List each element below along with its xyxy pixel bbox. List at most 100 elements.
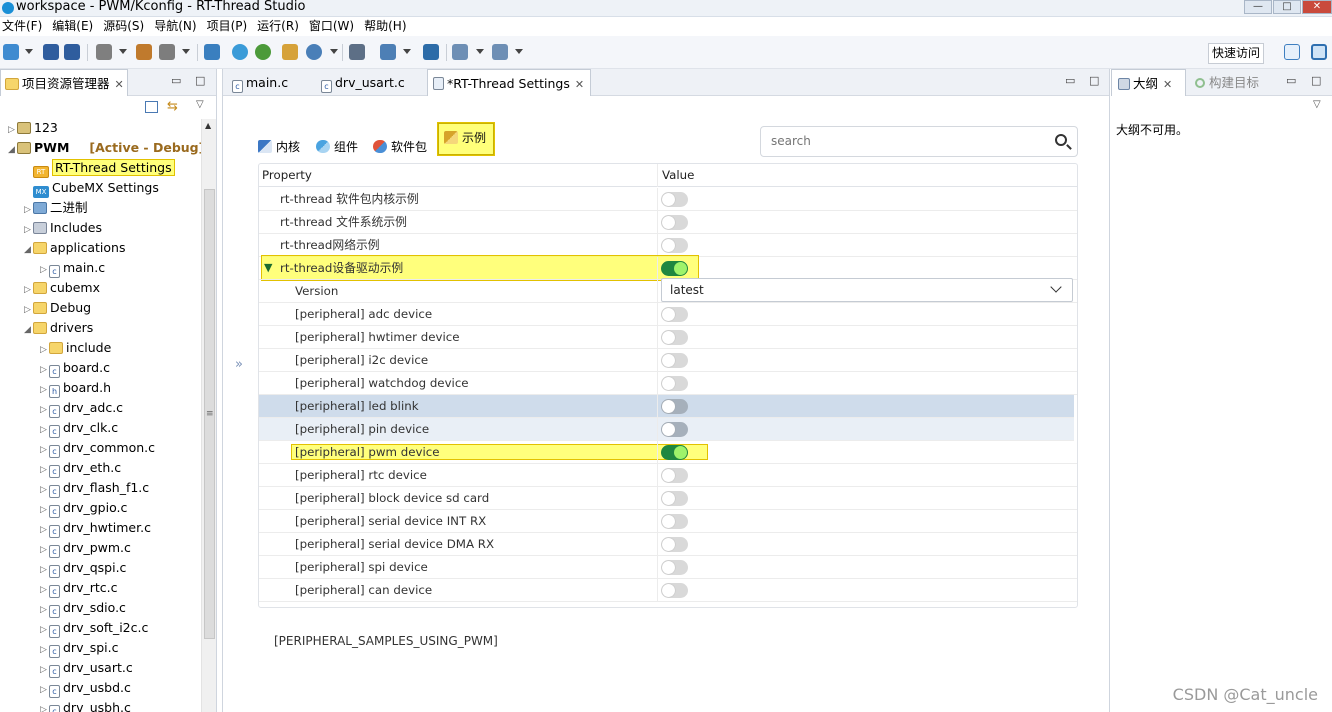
toggle-switch[interactable] (661, 491, 688, 506)
tree-item[interactable]: ▷ c drv_spi.c (38, 638, 119, 658)
setting-row[interactable]: [peripheral] spi device (259, 556, 1077, 579)
tree-item[interactable]: ▷ c drv_eth.c (38, 458, 121, 478)
setting-row[interactable]: rt-thread 文件系统示例 (259, 211, 1077, 234)
new-dropdown-icon[interactable] (25, 49, 33, 54)
menu-item-5[interactable]: 运行(R) (255, 17, 303, 36)
tree-item[interactable]: ▷ Includes (22, 218, 102, 238)
tab-build-targets[interactable]: 构建目标 (1191, 69, 1259, 96)
expand-icon[interactable]: ▷ (22, 280, 33, 300)
close-icon[interactable]: ✕ (115, 78, 124, 91)
expand-icon[interactable]: ▷ (38, 420, 49, 440)
tree-item[interactable]: ▷ c drv_soft_i2c.c (38, 618, 148, 638)
close-icon[interactable]: ✕ (575, 78, 584, 91)
expand-icon[interactable]: ▷ (22, 300, 33, 320)
tools-dropdown-icon[interactable] (182, 49, 190, 54)
expand-icon[interactable]: ▷ (38, 260, 49, 280)
expand-icon[interactable]: ▷ (38, 400, 49, 420)
download-icon[interactable] (282, 44, 298, 60)
link-editor-icon[interactable]: ⇆ (167, 99, 178, 114)
tree-item[interactable]: ▷ c drv_hwtimer.c (38, 518, 151, 538)
tab-project-explorer[interactable]: 项目资源管理器 ✕ (0, 69, 128, 96)
tree-item[interactable]: ▷ Debug (22, 298, 91, 318)
tree-item[interactable]: ▷ h board.h (38, 378, 111, 398)
flash-dropdown-icon[interactable] (403, 49, 411, 54)
toggle-switch[interactable] (661, 514, 688, 529)
quick-access-input[interactable]: 快速访问 (1208, 43, 1264, 64)
tree-item[interactable]: ▷ c drv_qspi.c (38, 558, 126, 578)
view-menu-icon[interactable]: ▽ (196, 99, 204, 110)
debug-icon[interactable] (255, 44, 271, 60)
setting-row[interactable]: rt-thread 软件包内核示例 (259, 188, 1077, 211)
collapse-icon[interactable]: ◢ (22, 240, 33, 260)
maximize-editor-icon[interactable]: □ (1089, 74, 1099, 87)
toggle-switch[interactable] (661, 422, 688, 437)
toggle-switch[interactable] (661, 376, 688, 391)
tree-item[interactable]: ▷ 123 (6, 118, 58, 138)
setting-row[interactable]: [peripheral] serial device DMA RX (259, 533, 1077, 556)
setting-row[interactable]: [peripheral] block device sd card (259, 487, 1077, 510)
expand-icon[interactable]: ▷ (38, 440, 49, 460)
expand-icon[interactable]: ▷ (22, 200, 33, 220)
menu-item-0[interactable]: 文件(F) (0, 17, 46, 36)
expand-icon[interactable]: ▷ (38, 340, 49, 360)
expand-icon[interactable]: ▷ (38, 480, 49, 500)
expand-icon[interactable]: ▷ (38, 540, 49, 560)
setting-row[interactable]: [peripheral] pin device (259, 418, 1074, 441)
close-icon[interactable]: ✕ (1302, 0, 1332, 14)
maximize-panel-icon[interactable]: □ (195, 74, 205, 87)
settings-tab-0[interactable]: 内核 (258, 134, 300, 160)
toggle-switch[interactable] (661, 353, 688, 368)
tree-item[interactable]: RT RT-Thread Settings (22, 158, 175, 178)
tab-outline[interactable]: 大纲 ✕ (1111, 69, 1186, 96)
expand-icon[interactable]: ▷ (38, 700, 49, 712)
expand-icon[interactable]: ▷ (38, 500, 49, 520)
tree-item[interactable]: ▷ c drv_usbh.c (38, 698, 131, 712)
view-menu-icon[interactable]: ▽ (1313, 99, 1321, 110)
expand-icon[interactable]: ▷ (6, 120, 17, 140)
search-icon[interactable] (306, 44, 322, 60)
settings-gear-icon[interactable] (232, 44, 248, 60)
sdk-manager-icon[interactable] (349, 44, 365, 60)
back-dropdown-icon[interactable] (476, 49, 484, 54)
chevron-down-icon[interactable] (1050, 281, 1062, 293)
flash-icon[interactable] (380, 44, 396, 60)
minimize-outline-icon[interactable]: ▭ (1286, 74, 1296, 87)
settings-tab-3[interactable]: 示例 (437, 122, 496, 156)
version-select[interactable]: latest (661, 278, 1073, 302)
expand-icon[interactable]: ▷ (38, 560, 49, 580)
search-box[interactable] (760, 126, 1078, 157)
tree-item[interactable]: ▷ c main.c (38, 258, 105, 278)
tree-item[interactable]: ▷ c drv_gpio.c (38, 498, 127, 518)
toggle-switch[interactable] (661, 399, 688, 414)
perspective-grid-icon[interactable] (1284, 44, 1300, 60)
maximize-icon[interactable]: □ (1273, 0, 1301, 14)
tools-icon[interactable] (159, 44, 175, 60)
minimize-panel-icon[interactable]: ▭ (171, 74, 181, 87)
setting-row[interactable]: ▼ rt-thread设备驱动示例 (259, 257, 1077, 280)
editor-tab[interactable]: *RT-Thread Settings ✕ (427, 69, 591, 96)
explorer-scrollbar[interactable]: ▲ ≡ (201, 119, 216, 712)
search-input[interactable] (771, 134, 1031, 148)
tree-item[interactable]: ▷ c drv_usart.c (38, 658, 133, 678)
menu-item-1[interactable]: 编辑(E) (50, 17, 97, 36)
setting-row[interactable]: [peripheral] led blink (259, 395, 1074, 418)
toggle-switch[interactable] (661, 192, 688, 207)
maximize-outline-icon[interactable]: □ (1311, 74, 1321, 87)
expand-icon[interactable]: ▷ (38, 360, 49, 380)
setting-row[interactable]: [peripheral] i2c device (259, 349, 1077, 372)
tree-item[interactable]: ▷ c drv_pwm.c (38, 538, 131, 558)
tree-item[interactable]: ▷ c drv_usbd.c (38, 678, 131, 698)
minimize-editor-icon[interactable]: ▭ (1065, 74, 1075, 87)
expand-icon[interactable]: ▷ (22, 220, 33, 240)
expand-icon[interactable]: ▷ (38, 580, 49, 600)
setting-row[interactable]: [peripheral] serial device INT RX (259, 510, 1077, 533)
setting-row[interactable]: [peripheral] rtc device (259, 464, 1077, 487)
toggle-switch[interactable] (661, 215, 688, 230)
tree-item[interactable]: MX CubeMX Settings (22, 178, 159, 198)
setting-row[interactable]: [peripheral] hwtimer device (259, 326, 1077, 349)
search-icon[interactable] (1055, 134, 1067, 146)
toggle-switch[interactable] (661, 330, 688, 345)
build-dropdown-icon[interactable] (119, 49, 127, 54)
menu-item-3[interactable]: 导航(N) (152, 17, 200, 36)
layers-icon[interactable] (423, 44, 439, 60)
